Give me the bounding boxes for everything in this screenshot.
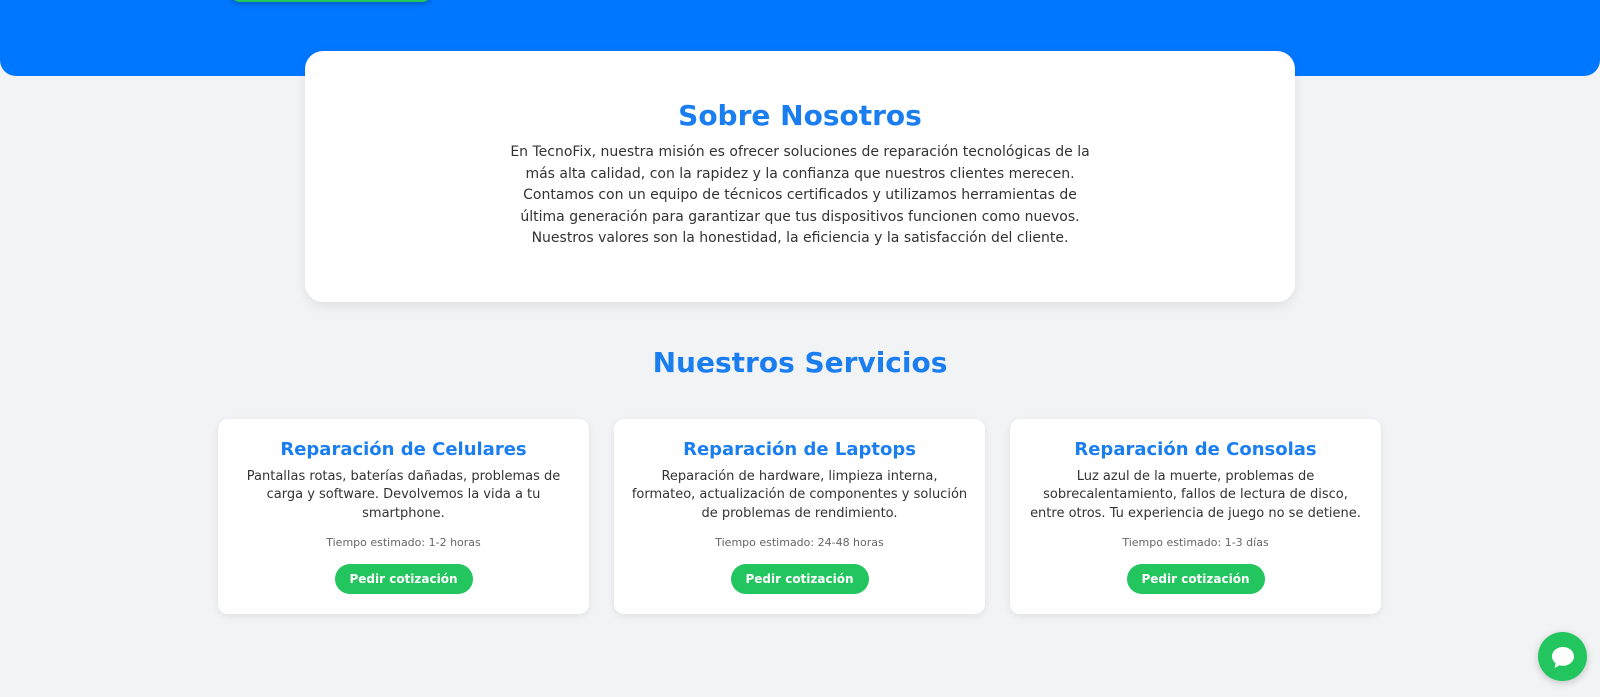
services-title: Nuestros Servicios <box>652 346 948 379</box>
about-title: Sobre Nosotros <box>678 99 922 132</box>
quote-button[interactable]: Pedir cotización <box>730 564 869 594</box>
service-card-description: Luz azul de la muerte, problemas de sobr… <box>1030 469 1361 521</box>
service-card-description: Pantallas rotas, baterías dañadas, probl… <box>246 469 561 521</box>
service-card-title: Reparación de Celulares <box>280 439 527 460</box>
hero-cta-button[interactable] <box>230 0 432 2</box>
service-card-title: Reparación de Laptops <box>683 439 916 460</box>
service-card-laptops: Reparación de Laptops Reparación de hard… <box>614 419 985 614</box>
quote-button[interactable]: Pedir cotización <box>334 564 473 594</box>
service-card-time: Tiempo estimado: 24-48 horas <box>715 536 884 549</box>
chat-bubble-icon <box>1551 646 1574 668</box>
quote-button[interactable]: Pedir cotización <box>1126 564 1265 594</box>
service-card-consolas: Reparación de Consolas Luz azul de la mu… <box>1010 419 1381 614</box>
service-card-time: Tiempo estimado: 1-3 días <box>1122 536 1269 549</box>
service-card-title: Reparación de Consolas <box>1074 439 1317 460</box>
chat-button[interactable] <box>1538 632 1587 681</box>
about-section: Sobre Nosotros En TecnoFix, nuestra misi… <box>305 51 1295 302</box>
about-text: En TecnoFix, nuestra misión es ofrecer s… <box>510 144 1090 247</box>
service-card-celulares: Reparación de Celulares Pantallas rotas,… <box>218 419 589 614</box>
service-card-description: Reparación de hardware, limpieza interna… <box>631 469 968 521</box>
service-card-time: Tiempo estimado: 1-2 horas <box>326 536 481 549</box>
